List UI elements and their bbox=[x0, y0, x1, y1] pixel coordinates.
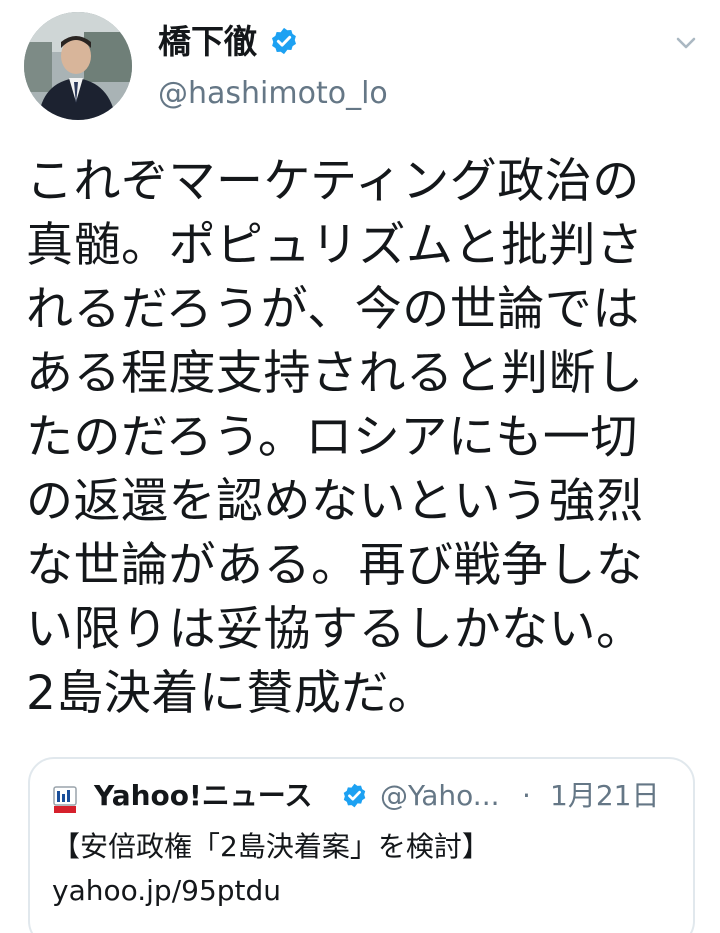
separator-dot: · bbox=[522, 779, 531, 812]
tweet-text-line: 2島決着に賛成だ。 bbox=[26, 666, 435, 721]
verified-badge-icon bbox=[343, 783, 366, 808]
quoted-date: 1月21日 bbox=[550, 779, 660, 812]
quoted-tweet-card[interactable]: Yahoo!ニュース @Yaho... · 1月21日 【安倍政権「2島決着案」… bbox=[28, 757, 695, 933]
tweet-text-line: い限りは妥協するしかない。 bbox=[26, 602, 644, 657]
quoted-text: 【安倍政権「2島決着案」を検討】 bbox=[52, 830, 490, 863]
chevron-down-icon[interactable] bbox=[670, 30, 702, 56]
avatar[interactable] bbox=[24, 12, 132, 120]
tweet-text-line: たのだろう。ロシアにも一切 bbox=[26, 410, 638, 465]
quoted-source-name: Yahoo!ニュース bbox=[94, 779, 313, 812]
tweet-text-line: な世論がある。再び戦争しな bbox=[26, 538, 644, 593]
tweet-text-line: ある程度支持されると判断し bbox=[26, 346, 644, 401]
yahoo-news-logo-icon bbox=[53, 786, 77, 813]
quoted-link[interactable]: yahoo.jp/95ptdu bbox=[52, 871, 281, 911]
tweet-text-line: これぞマーケティング政治の bbox=[26, 154, 640, 209]
display-name[interactable]: 橋下徹 bbox=[158, 20, 257, 64]
tweet-text-line: の返還を認めないという強烈 bbox=[26, 474, 644, 529]
user-handle[interactable]: @hashimoto_lo bbox=[158, 74, 388, 114]
tweet-text-line: 真髄。ポピュリズムと批判さ bbox=[26, 218, 644, 273]
tweet-text: これぞマーケティング政治の 真髄。ポピュリズムと批判さ れるだろうが、今の世論で… bbox=[26, 150, 706, 726]
quoted-handle: @Yaho... bbox=[380, 779, 500, 812]
profile-photo bbox=[24, 12, 132, 120]
verified-badge-icon bbox=[272, 27, 296, 55]
tweet-text-line: れるだろうが、今の世論では bbox=[26, 282, 640, 337]
